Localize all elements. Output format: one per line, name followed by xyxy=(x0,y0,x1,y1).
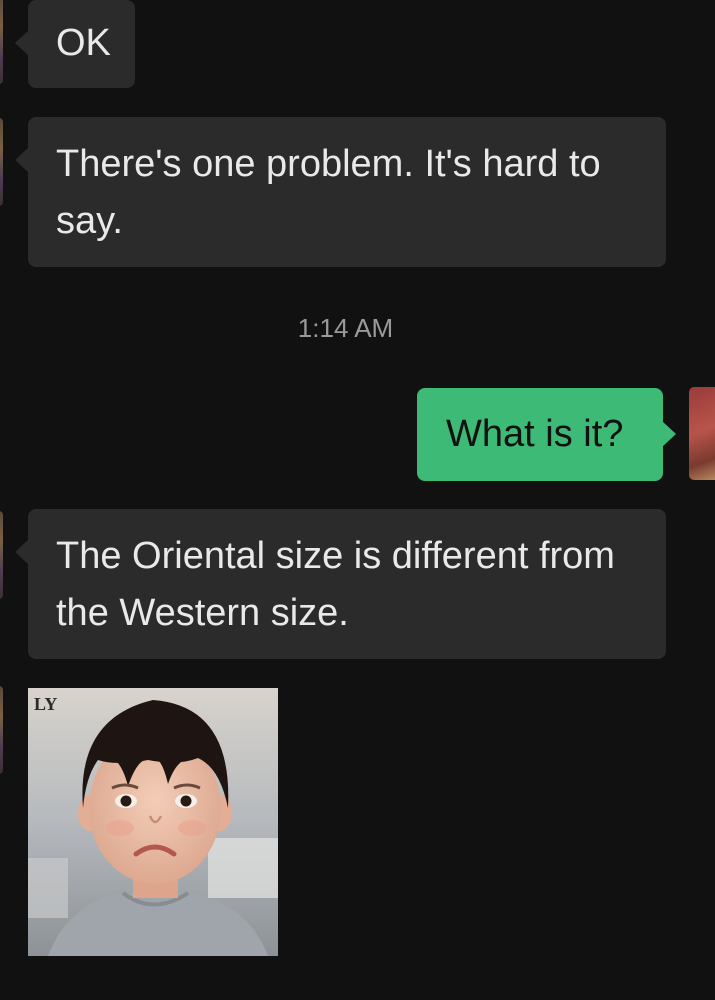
message-text: OK xyxy=(56,22,111,64)
crying-child-sticker-image: LY xyxy=(28,688,278,956)
contact-avatar[interactable] xyxy=(0,118,3,206)
chat-screen: OK There's one problem. It's hard to say… xyxy=(0,0,715,1000)
message-text: The Oriental size is different from the … xyxy=(56,535,615,634)
contact-avatar[interactable] xyxy=(0,686,3,774)
my-avatar[interactable] xyxy=(689,387,715,480)
image-message[interactable]: LY xyxy=(28,688,278,956)
contact-avatar[interactable] xyxy=(0,511,3,599)
contact-avatar[interactable] xyxy=(0,0,3,84)
message-text: What is it? xyxy=(446,413,624,455)
message-text: There's one problem. It's hard to say. xyxy=(56,143,601,242)
message-bubble-incoming[interactable]: There's one problem. It's hard to say. xyxy=(15,117,666,267)
svg-text:LY: LY xyxy=(34,694,57,714)
message-bubble-outgoing[interactable]: What is it? xyxy=(417,388,676,481)
message-bubble-incoming[interactable]: OK xyxy=(15,0,135,88)
message-bubble-incoming[interactable]: The Oriental size is different from the … xyxy=(15,509,666,659)
message-timestamp: 1:14 AM xyxy=(297,313,394,343)
